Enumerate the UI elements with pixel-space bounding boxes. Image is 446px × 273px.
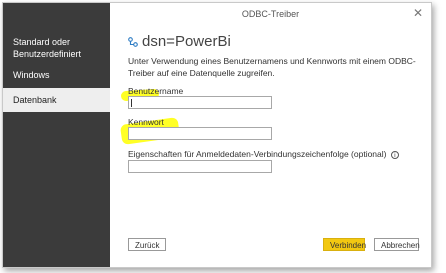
page-heading: dsn=PowerBi	[128, 33, 231, 50]
properties-label-text: Eigenschaften für Anmeldedaten-Verbindun…	[128, 149, 387, 159]
sidebar-item-datenbank[interactable]: Datenbank	[3, 88, 110, 112]
password-label: Kennwort	[128, 117, 164, 127]
properties-label: Eigenschaften für Anmeldedaten-Verbindun…	[128, 149, 399, 159]
sidebar: Standard oder Benutzerdefiniert Windows …	[3, 3, 110, 267]
properties-field[interactable]	[128, 160, 272, 173]
connect-button[interactable]: Verbinden	[323, 238, 366, 251]
password-field[interactable]	[128, 127, 272, 140]
close-icon[interactable]: ✕	[413, 6, 423, 20]
username-field[interactable]	[128, 96, 272, 109]
back-button[interactable]: Zurück	[128, 238, 166, 251]
sidebar-item-standard[interactable]: Standard oder Benutzerdefiniert	[3, 36, 110, 60]
odbc-connection-icon	[128, 36, 138, 47]
sidebar-item-windows[interactable]: Windows	[3, 69, 110, 81]
text-caret	[131, 99, 132, 107]
info-icon[interactable]: i	[390, 150, 399, 159]
page-title: dsn=PowerBi	[142, 33, 231, 50]
odbc-dialog: Standard oder Benutzerdefiniert Windows …	[2, 2, 432, 268]
description-text: Unter Verwendung eines Benutzernamens un…	[128, 56, 416, 78]
window-title: ODBC-Treiber	[241, 9, 300, 19]
cancel-button[interactable]: Abbrechen	[374, 238, 420, 251]
username-label: Benutzername	[128, 86, 184, 96]
